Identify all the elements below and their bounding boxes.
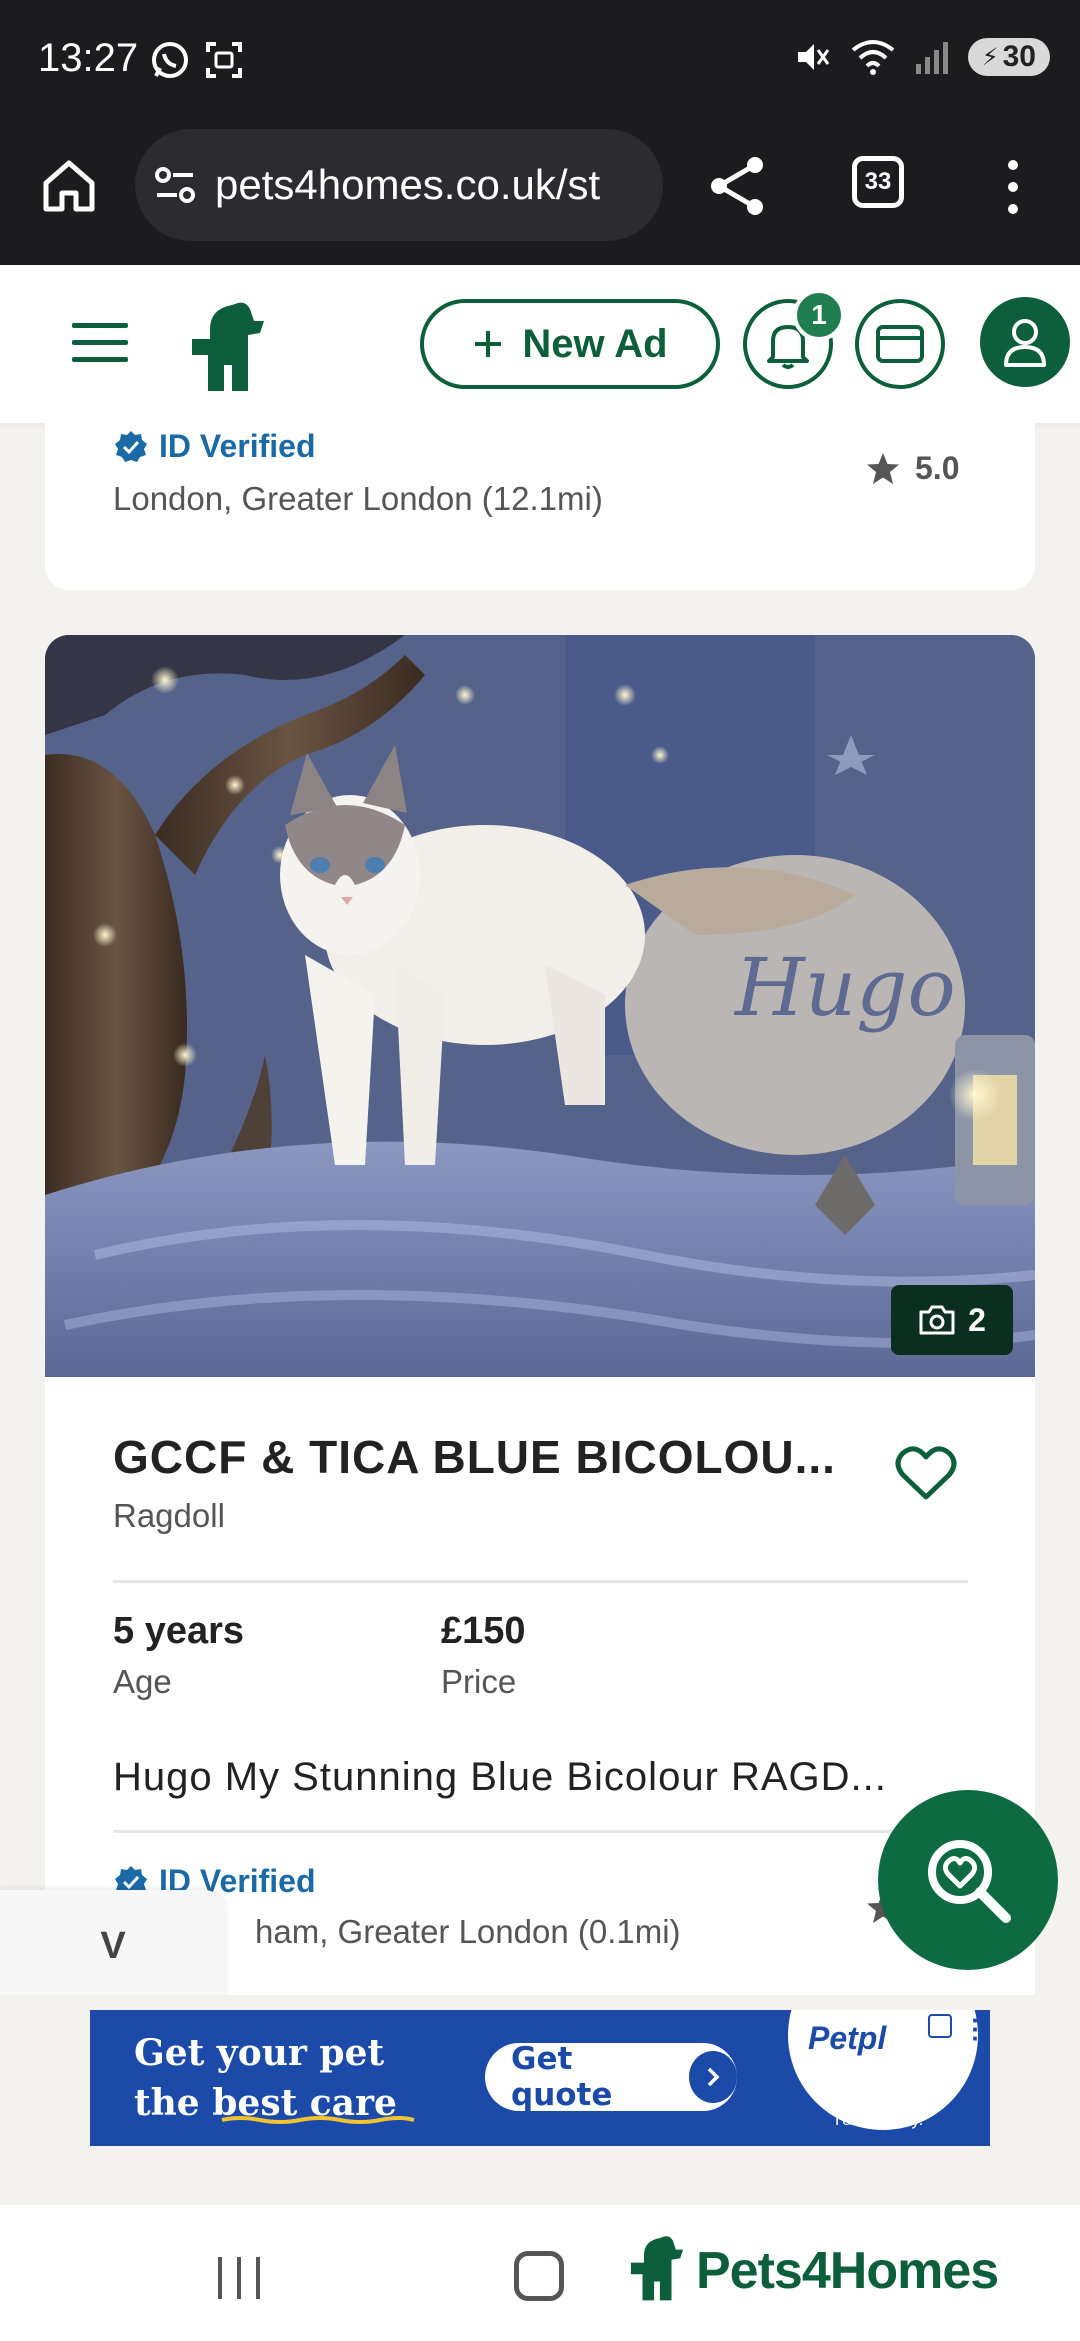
site-settings-icon[interactable] — [153, 165, 197, 205]
ad-cta-button[interactable]: Get quote — [485, 2041, 737, 2113]
screenshot-icon — [206, 42, 242, 78]
ad-underline — [221, 2116, 415, 2124]
listing-breed: Ragdoll — [113, 1497, 225, 1534]
mute-icon — [797, 44, 829, 70]
id-verified-badge: ID Verified — [113, 428, 316, 465]
heart-search-icon — [928, 1840, 1011, 1923]
listing-photo[interactable]: Hugo 2 — [45, 635, 1035, 1377]
profile-button[interactable] — [980, 297, 1070, 387]
notification-badge: 1 — [793, 289, 845, 341]
hamburger-menu-icon[interactable] — [72, 321, 128, 365]
previous-listing-card[interactable]: ID Verified London, Greater London (12.1… — [45, 400, 1035, 590]
ragdoll-cat-photo: Hugo — [45, 635, 1035, 1377]
heart-icon[interactable] — [895, 1445, 957, 1501]
photo-count: 2 — [968, 1301, 986, 1338]
whatsapp-icon — [152, 42, 188, 78]
ad-terms: T&Cs apply. — [832, 2110, 924, 2129]
pets4homes-logo-icon — [630, 2236, 684, 2301]
ad-brand: Petpl — [808, 2020, 887, 2056]
listing-title[interactable]: GCCF & TICA BLUE BICOLOU... — [113, 1430, 913, 1484]
status-system-icons: ⚡ 30 — [794, 38, 1050, 76]
signal-icon — [915, 42, 948, 74]
verified-check-icon — [115, 430, 147, 462]
url-text: pets4homes.co.uk/st — [215, 161, 601, 208]
ad-headline: Get your pet the best care — [134, 2028, 397, 2128]
divider — [113, 1580, 968, 1583]
ad-menu-icon[interactable]: · · · — [971, 2010, 980, 2051]
listing-description: Hugo My Stunning Blue Bicolour RAGD... — [113, 1755, 887, 1799]
pets4homes-footer-logo[interactable]: Pets4Homes — [628, 2233, 999, 2301]
browser-toolbar: pets4homes.co.uk/st 33 — [0, 125, 1080, 265]
pets4homes-logo-icon[interactable] — [188, 299, 268, 391]
age-value: 5 years — [113, 1610, 245, 1652]
rating-value: 5.0 — [915, 450, 960, 486]
share-icon[interactable] — [705, 153, 771, 219]
footer-brand: Pets4Homes — [696, 2242, 999, 2300]
pillow-text: Hugo — [733, 941, 956, 1034]
home-button[interactable] — [514, 2251, 564, 2301]
recent-apps-icon[interactable] — [214, 2257, 264, 2299]
mail-icon — [876, 325, 924, 363]
listing-location: ham, Greater London (0.1mi) — [255, 1913, 681, 1950]
camera-icon — [919, 1305, 955, 1335]
chevron-right-icon — [689, 2051, 737, 2103]
divider — [113, 1830, 968, 1833]
seller-rating: 5.0 — [865, 450, 959, 487]
star-icon — [867, 452, 899, 484]
price-label: Price — [441, 1663, 517, 1700]
ad-headline-line1: Get your pet — [134, 2032, 385, 2074]
status-time: 13:27 — [38, 36, 139, 80]
ad-choices-icon[interactable] — [928, 2014, 952, 2038]
new-ad-button[interactable]: New Ad — [420, 299, 720, 389]
price-stat: £150 Price — [441, 1610, 526, 1701]
home-icon[interactable] — [38, 155, 100, 217]
tab-switcher-button[interactable]: 33 — [852, 156, 904, 208]
ad-banner[interactable]: Get your pet the best care Get quote Pet… — [90, 2010, 990, 2146]
user-icon — [1004, 319, 1046, 367]
wifi-icon — [851, 40, 895, 75]
battery-icon: ⚡ 30 — [967, 38, 1050, 76]
messages-button[interactable] — [855, 299, 945, 389]
ad-cta-label: Get quote — [511, 2041, 613, 2113]
price-value: £150 — [441, 1610, 526, 1652]
verified-label: ID Verified — [159, 428, 316, 464]
plus-icon — [475, 331, 502, 357]
battery-level: 30 — [1002, 40, 1036, 73]
listing-location: London, Greater London (12.1mi) — [113, 480, 603, 517]
collapse-ad-button[interactable]: V — [0, 1890, 226, 2002]
address-bar[interactable]: pets4homes.co.uk/st — [135, 129, 663, 241]
pet-search-button[interactable] — [878, 1790, 1058, 1970]
new-ad-label: New Ad — [522, 321, 668, 366]
photo-count-badge: 2 — [891, 1285, 1013, 1355]
system-navigation-bar: Pets4Homes — [0, 2205, 1080, 2341]
age-stat: 5 years Age — [113, 1610, 244, 1701]
listing-card[interactable]: Hugo 2 GCCF & TICA BLUE BICOLOU... Ragdo… — [45, 635, 1035, 2035]
status-notification-icons — [150, 40, 244, 80]
age-label: Age — [113, 1663, 172, 1700]
more-options-icon[interactable] — [998, 155, 1028, 219]
status-bar: 13:27 ⚡ 30 — [0, 0, 1080, 125]
